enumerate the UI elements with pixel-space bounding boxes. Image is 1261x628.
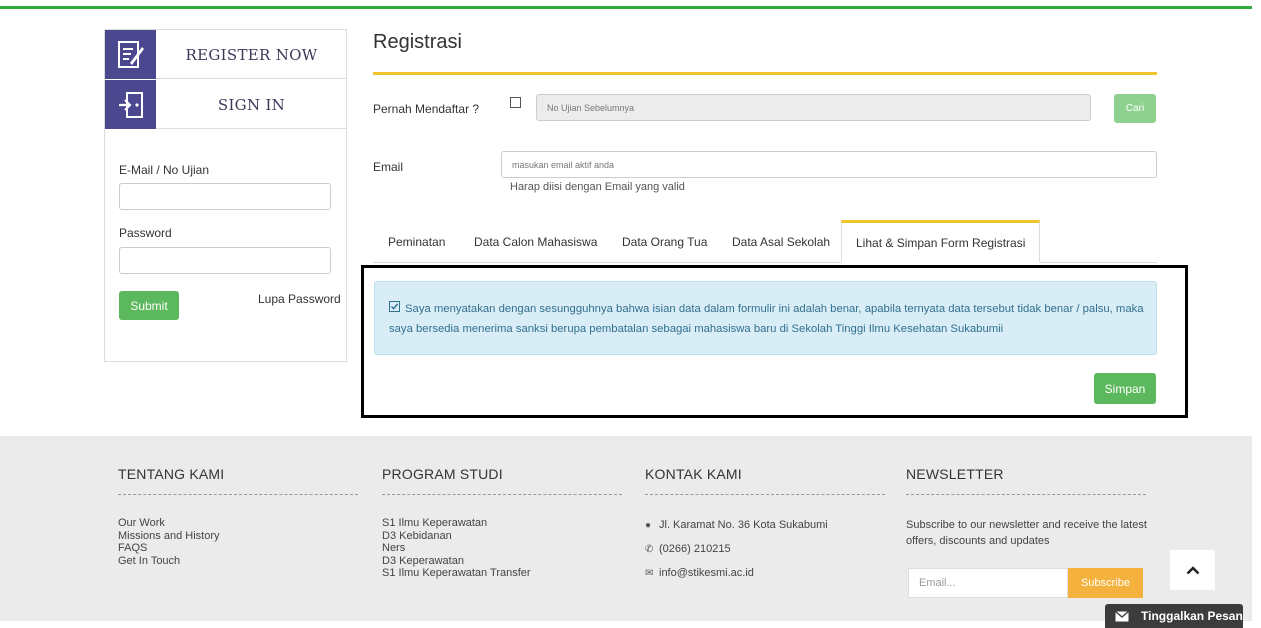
contact-email: ✉ info@stikesmi.ac.id — [645, 561, 888, 585]
register-now-label: REGISTER NOW — [185, 45, 318, 64]
login-sidebar: REGISTER NOW SIGN IN E-Mail / No Ujian P… — [104, 29, 347, 362]
page-title: Registrasi — [373, 31, 462, 53]
scroll-to-top-button[interactable] — [1170, 550, 1215, 590]
sign-in-button[interactable]: SIGN IN — [105, 80, 347, 129]
footer-link-get-in-touch[interactable]: Get In Touch — [118, 555, 361, 568]
tab-peminatan[interactable]: Peminatan — [388, 220, 445, 263]
cari-button[interactable]: Cari — [1114, 94, 1156, 123]
declaration-text: Saya menyatakan dengan sesungguhnya bahw… — [389, 303, 1144, 335]
leave-message-chat[interactable]: Tinggalkan Pesan — [1105, 604, 1243, 628]
footer-about: TENTANG KAMI Our Work Missions and Histo… — [118, 466, 361, 567]
simpan-button[interactable]: Simpan — [1094, 373, 1156, 404]
email-label: E-Mail / No Ujian — [119, 163, 210, 177]
no-ujian-input[interactable]: No Ujian Sebelumnya — [536, 94, 1091, 121]
contact-address-text: Jl. Karamat No. 36 Kota Sukabumi — [659, 519, 828, 531]
map-marker-icon: ● — [645, 519, 652, 531]
pernah-mendaftar-checkbox[interactable] — [510, 97, 521, 108]
program-link[interactable]: D3 Kebidanan — [382, 530, 625, 543]
subscribe-button[interactable]: Subscribe — [1068, 568, 1143, 598]
footer-programs-title: PROGRAM STUDI — [382, 466, 503, 482]
program-link[interactable]: S1 Ilmu Keperawatan Transfer — [382, 567, 625, 580]
footer-newsletter: NEWSLETTER Subscribe to our newsletter a… — [906, 466, 1149, 549]
footer-link-faqs[interactable]: FAQS — [118, 542, 361, 555]
envelope-icon: ✉ — [645, 567, 654, 579]
program-link[interactable]: Ners — [382, 542, 625, 555]
divider — [382, 494, 622, 495]
email-row-label: Email — [373, 160, 404, 174]
footer-link-our-work[interactable]: Our Work — [118, 517, 361, 530]
email-hint: Harap diisi dengan Email yang valid — [510, 181, 685, 193]
phone-icon: ✆ — [645, 543, 654, 555]
footer-link-missions[interactable]: Missions and History — [118, 530, 361, 543]
envelope-icon — [1115, 610, 1129, 621]
footer-programs: PROGRAM STUDI S1 Ilmu Keperawatan D3 Keb… — [382, 466, 625, 580]
program-link[interactable]: D3 Keperawatan — [382, 555, 625, 568]
footer-about-title: TENTANG KAMI — [118, 466, 225, 482]
submit-button[interactable]: Submit — [119, 291, 179, 320]
newsletter-email-input[interactable]: Email... — [908, 568, 1068, 598]
login-email-input[interactable] — [119, 183, 331, 210]
sign-in-label: SIGN IN — [217, 95, 286, 114]
tab-data-asal-sekolah[interactable]: Data Asal Sekolah — [732, 220, 830, 263]
newsletter-text: Subscribe to our newsletter and receive … — [906, 519, 1147, 547]
forgot-password-link[interactable]: Lupa Password — [258, 292, 341, 306]
top-accent-bar — [0, 6, 1252, 9]
declaration-alert: Saya menyatakan dengan sesungguhnya bahw… — [374, 281, 1157, 355]
divider — [645, 494, 885, 495]
program-link[interactable]: S1 Ilmu Keperawatan — [382, 517, 625, 530]
register-now-button[interactable]: REGISTER NOW — [105, 30, 347, 79]
register-icon — [105, 30, 156, 79]
title-underline — [373, 72, 1157, 75]
tab-data-calon-mahasiswa[interactable]: Data Calon Mahasiswa — [474, 220, 597, 263]
divider — [906, 494, 1146, 495]
sign-in-icon — [105, 80, 156, 129]
chevron-up-icon — [1186, 566, 1199, 575]
contact-phone-text: (0266) 210215 — [659, 543, 731, 555]
pernah-mendaftar-label: Pernah Mendaftar ? — [373, 102, 480, 116]
contact-address: ● Jl. Karamat No. 36 Kota Sukabumi — [645, 513, 888, 537]
footer-contact-title: KONTAK KAMI — [645, 466, 742, 482]
tab-data-orang-tua[interactable]: Data Orang Tua — [622, 220, 707, 263]
contact-email-link[interactable]: info@stikesmi.ac.id — [659, 567, 754, 579]
tab-lihat-simpan[interactable]: Lihat & Simpan Form Registrasi — [841, 220, 1041, 263]
footer-newsletter-title: NEWSLETTER — [906, 466, 1004, 482]
footer-contact: KONTAK KAMI ● Jl. Karamat No. 36 Kota Su… — [645, 466, 888, 585]
divider — [118, 494, 358, 495]
contact-phone: ✆ (0266) 210215 — [645, 537, 888, 561]
registration-tabs: Peminatan Data Calon Mahasiswa Data Oran… — [373, 220, 1157, 263]
login-password-input[interactable] — [119, 247, 331, 274]
password-label: Password — [119, 226, 172, 240]
email-input[interactable]: masukan email aktif anda — [501, 151, 1157, 178]
